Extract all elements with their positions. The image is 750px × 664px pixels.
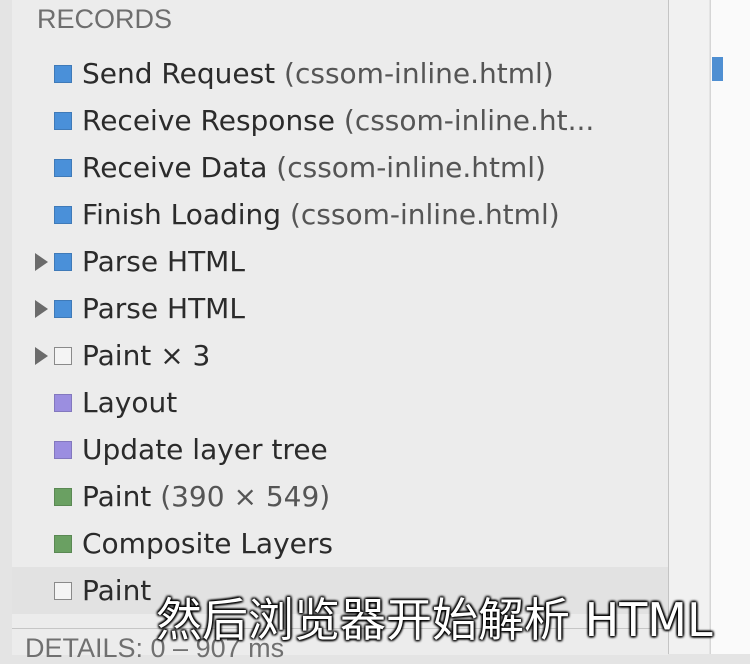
timeline-area	[710, 0, 750, 654]
record-label: Paint	[82, 574, 151, 607]
disclosure-triangle-icon[interactable]	[35, 346, 48, 365]
record-row[interactable]: Paint (390 × 549)	[12, 473, 668, 520]
record-category-swatch	[54, 487, 72, 506]
records-panel: RECORDS Send Request (cssom-inline.html)…	[12, 0, 669, 654]
record-source: (cssom-inline.ht...	[335, 104, 595, 137]
record-name: Paint	[82, 480, 152, 513]
record-row[interactable]: Parse HTML	[12, 285, 668, 332]
record-category-swatch	[54, 205, 72, 224]
record-row[interactable]: Paint × 3	[12, 332, 668, 379]
record-label: Composite Layers	[82, 527, 333, 560]
disclosure-triangle-icon[interactable]	[35, 299, 48, 318]
record-label: Finish Loading (cssom-inline.html)	[82, 198, 560, 231]
record-source: (390 × 549)	[151, 480, 331, 513]
record-category-swatch	[54, 534, 72, 553]
record-category-swatch	[54, 393, 72, 412]
record-name: Composite Layers	[82, 527, 333, 560]
record-label: Receive Data (cssom-inline.html)	[82, 151, 546, 184]
record-row[interactable]: Finish Loading (cssom-inline.html)	[12, 191, 668, 238]
record-name: Paint	[82, 574, 152, 607]
record-source: (cssom-inline.html)	[281, 198, 560, 231]
record-source: (cssom-inline.html)	[267, 151, 546, 184]
record-name: Parse HTML	[82, 245, 245, 278]
record-row[interactable]: Receive Response (cssom-inline.ht...	[12, 97, 668, 144]
record-name: Receive Data	[82, 151, 268, 184]
record-name: Finish Loading	[82, 198, 282, 231]
timeline-divider-strip	[669, 0, 709, 654]
record-category-swatch	[54, 346, 72, 365]
record-category-swatch	[54, 64, 72, 83]
record-category-swatch	[54, 252, 72, 271]
record-label: Parse HTML	[82, 245, 245, 278]
record-category-swatch	[54, 111, 72, 130]
record-name: Update layer tree	[82, 433, 328, 466]
record-source: (cssom-inline.html)	[275, 57, 554, 90]
record-category-swatch	[54, 158, 72, 177]
records-header: RECORDS	[37, 4, 173, 34]
record-row[interactable]: Update layer tree	[12, 426, 668, 473]
record-label: Update layer tree	[82, 433, 328, 466]
record-row[interactable]: Send Request (cssom-inline.html)	[12, 50, 668, 97]
record-label: Parse HTML	[82, 292, 245, 325]
record-category-swatch	[54, 440, 72, 459]
record-name: Send Request	[82, 57, 276, 90]
record-label: Layout	[82, 386, 177, 419]
record-row[interactable]: Parse HTML	[12, 238, 668, 285]
record-label: Paint × 3	[82, 339, 210, 372]
disclosure-triangle-icon[interactable]	[35, 252, 48, 271]
record-name: Receive Response	[82, 104, 335, 137]
record-name: Layout	[82, 386, 178, 419]
record-label: Paint (390 × 549)	[82, 480, 330, 513]
record-category-swatch	[54, 581, 72, 600]
record-row[interactable]: Composite Layers	[12, 520, 668, 567]
records-list: Send Request (cssom-inline.html) Receive …	[12, 50, 668, 614]
record-row[interactable]: Layout	[12, 379, 668, 426]
record-row[interactable]: Receive Data (cssom-inline.html)	[12, 144, 668, 191]
record-name: Parse HTML	[82, 292, 245, 325]
video-subtitle: 然后浏览器开始解析 HTML	[156, 593, 713, 647]
timeline-record-bar[interactable]	[712, 57, 723, 81]
record-category-swatch	[54, 299, 72, 318]
record-name: Paint × 3	[82, 339, 211, 372]
record-label: Receive Response (cssom-inline.ht...	[82, 104, 594, 137]
record-label: Send Request (cssom-inline.html)	[82, 57, 554, 90]
